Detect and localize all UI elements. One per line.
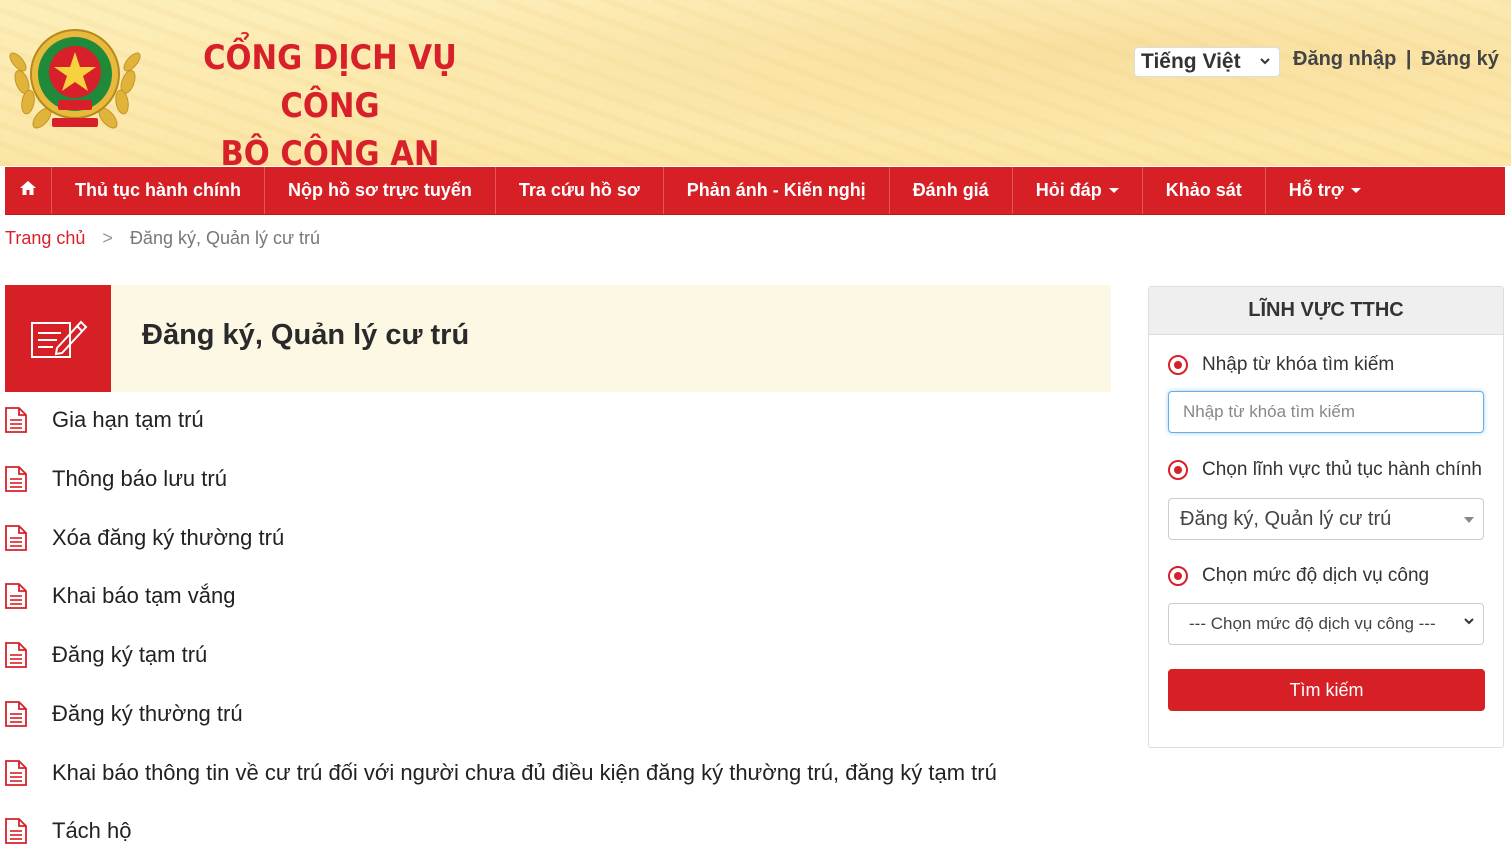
document-icon	[5, 818, 27, 844]
procedure-link[interactable]: Đăng ký thường trú	[52, 701, 243, 727]
list-item[interactable]: Khai báo tạm vắng	[5, 576, 235, 616]
keyword-radio-label: Nhập từ khóa tìm kiếm	[1202, 354, 1395, 375]
category-title: Đăng ký, Quản lý cư trú	[142, 319, 470, 351]
level-radio-option[interactable]: Chọn mức độ dịch vụ công	[1168, 565, 1429, 587]
nav-item-danh-gia[interactable]: Đánh giá	[890, 167, 1013, 214]
chevron-down-icon	[1259, 54, 1271, 70]
site-title-line1: CỔNG DỊCH VỤ CÔNG	[203, 38, 457, 126]
service-level-value: --- Chọn mức độ dịch vụ công ---	[1189, 614, 1436, 633]
nav-label: Tra cứu hồ sơ	[518, 180, 640, 200]
police-emblem-logo[interactable]	[8, 22, 142, 134]
level-radio-label: Chọn mức độ dịch vụ công	[1202, 565, 1430, 586]
procedure-link[interactable]: Tách hộ	[52, 818, 132, 844]
nav-item-thu-tuc-hanh-chinh[interactable]: Thủ tục hành chính	[52, 167, 265, 214]
auth-separator: |	[1405, 48, 1412, 70]
chevron-down-icon	[1463, 614, 1475, 630]
breadcrumb-current: Đăng ký, Quản lý cư trú	[129, 228, 321, 248]
breadcrumb-home[interactable]: Trang chủ	[5, 228, 85, 248]
caret-down-icon	[1108, 188, 1119, 193]
breadcrumb: Trang chủ > Đăng ký, Quản lý cư trú	[5, 228, 320, 249]
nav-home[interactable]	[5, 167, 52, 214]
keyword-radio-option[interactable]: Nhập từ khóa tìm kiếm	[1168, 354, 1394, 376]
auth-links: Đăng nhập | Đăng ký	[1293, 48, 1499, 71]
site-title[interactable]: CỔNG DỊCH VỤ CÔNG BỘ CÔNG AN	[150, 34, 510, 178]
dropdown-arrow-icon	[1464, 517, 1474, 523]
category-title-block: Đăng ký, Quản lý cư trú	[5, 285, 1111, 392]
tthc-filter-panel: LĨNH VỰC TTHC Nhập từ khóa tìm kiếm Chọn…	[1148, 286, 1504, 748]
list-item[interactable]: Xóa đăng ký thường trú	[5, 518, 284, 558]
nav-item-tra-cuu-ho-so[interactable]: Tra cứu hồ sơ	[496, 167, 664, 214]
list-item[interactable]: Tách hộ	[5, 811, 132, 851]
field-radio-option[interactable]: Chọn lĩnh vực thủ tục hành chính	[1168, 459, 1482, 481]
document-icon	[5, 760, 27, 786]
list-item[interactable]: Thông báo lưu trú	[5, 459, 227, 499]
login-link[interactable]: Đăng nhập	[1293, 48, 1396, 70]
nav-item-ho-tro[interactable]: Hỗ trợ	[1266, 167, 1384, 214]
edit-document-icon	[31, 320, 88, 358]
search-button[interactable]: Tìm kiếm	[1168, 669, 1485, 711]
register-link[interactable]: Đăng ký	[1421, 48, 1499, 70]
keyword-search-input[interactable]	[1168, 391, 1484, 433]
procedure-link[interactable]: Xóa đăng ký thường trú	[52, 525, 284, 551]
field-select-value: Đăng ký, Quản lý cư trú	[1180, 507, 1392, 530]
document-icon	[5, 642, 27, 668]
procedure-link[interactable]: Khai báo thông tin về cư trú đối với ngư…	[52, 760, 997, 786]
list-item[interactable]: Đăng ký thường trú	[5, 694, 243, 734]
title-icon-box	[5, 285, 111, 392]
radio-button-level[interactable]	[1168, 566, 1188, 586]
nav-item-hoi-dap[interactable]: Hỏi đáp	[1013, 167, 1143, 214]
document-icon	[5, 466, 27, 492]
breadcrumb-separator: >	[102, 228, 113, 248]
caret-down-icon	[1350, 188, 1361, 193]
document-icon	[5, 583, 27, 609]
nav-label: Thủ tục hành chính	[75, 180, 241, 200]
nav-label: Khảo sát	[1165, 180, 1242, 200]
nav-label: Nộp hồ sơ trực tuyến	[287, 180, 472, 200]
document-icon	[5, 701, 27, 727]
list-item[interactable]: Gia hạn tạm trú	[5, 400, 204, 440]
procedure-link[interactable]: Đăng ký tạm trú	[52, 642, 207, 668]
nav-label: Hỗ trợ	[1288, 180, 1344, 200]
procedure-link[interactable]: Thông báo lưu trú	[52, 466, 227, 492]
procedure-link[interactable]: Gia hạn tạm trú	[52, 407, 204, 433]
nav-item-nop-ho-so[interactable]: Nộp hồ sơ trực tuyến	[265, 167, 496, 214]
nav-label: Đánh giá	[912, 180, 989, 200]
field-select[interactable]: Đăng ký, Quản lý cư trú	[1168, 498, 1484, 540]
main-nav: Thủ tục hành chính Nộp hồ sơ trực tuyến …	[5, 167, 1505, 215]
site-header: CỔNG DỊCH VỤ CÔNG BỘ CÔNG AN Tiếng Việt …	[0, 0, 1511, 174]
service-level-select[interactable]: --- Chọn mức độ dịch vụ công ---	[1168, 603, 1484, 645]
language-select[interactable]: Tiếng Việt	[1134, 47, 1280, 77]
nav-label: Hỏi đáp	[1035, 180, 1102, 200]
language-value: Tiếng Việt	[1141, 50, 1241, 73]
panel-heading: LĨNH VỰC TTHC	[1149, 287, 1503, 335]
document-icon	[5, 525, 27, 551]
field-radio-label: Chọn lĩnh vực thủ tục hành chính	[1202, 459, 1482, 480]
nav-item-phan-anh-kien-nghi[interactable]: Phản ánh - Kiến nghị	[664, 167, 890, 214]
nav-label: Phản ánh - Kiến nghị	[686, 180, 866, 200]
radio-button-keyword[interactable]	[1168, 355, 1188, 375]
list-item[interactable]: Khai báo thông tin về cư trú đối với ngư…	[5, 753, 997, 793]
list-item[interactable]: Đăng ký tạm trú	[5, 635, 207, 675]
procedure-link[interactable]: Khai báo tạm vắng	[52, 583, 235, 609]
home-icon	[19, 180, 37, 201]
radio-button-field[interactable]	[1168, 460, 1188, 480]
nav-item-khao-sat[interactable]: Khảo sát	[1143, 167, 1266, 214]
document-icon	[5, 407, 27, 433]
